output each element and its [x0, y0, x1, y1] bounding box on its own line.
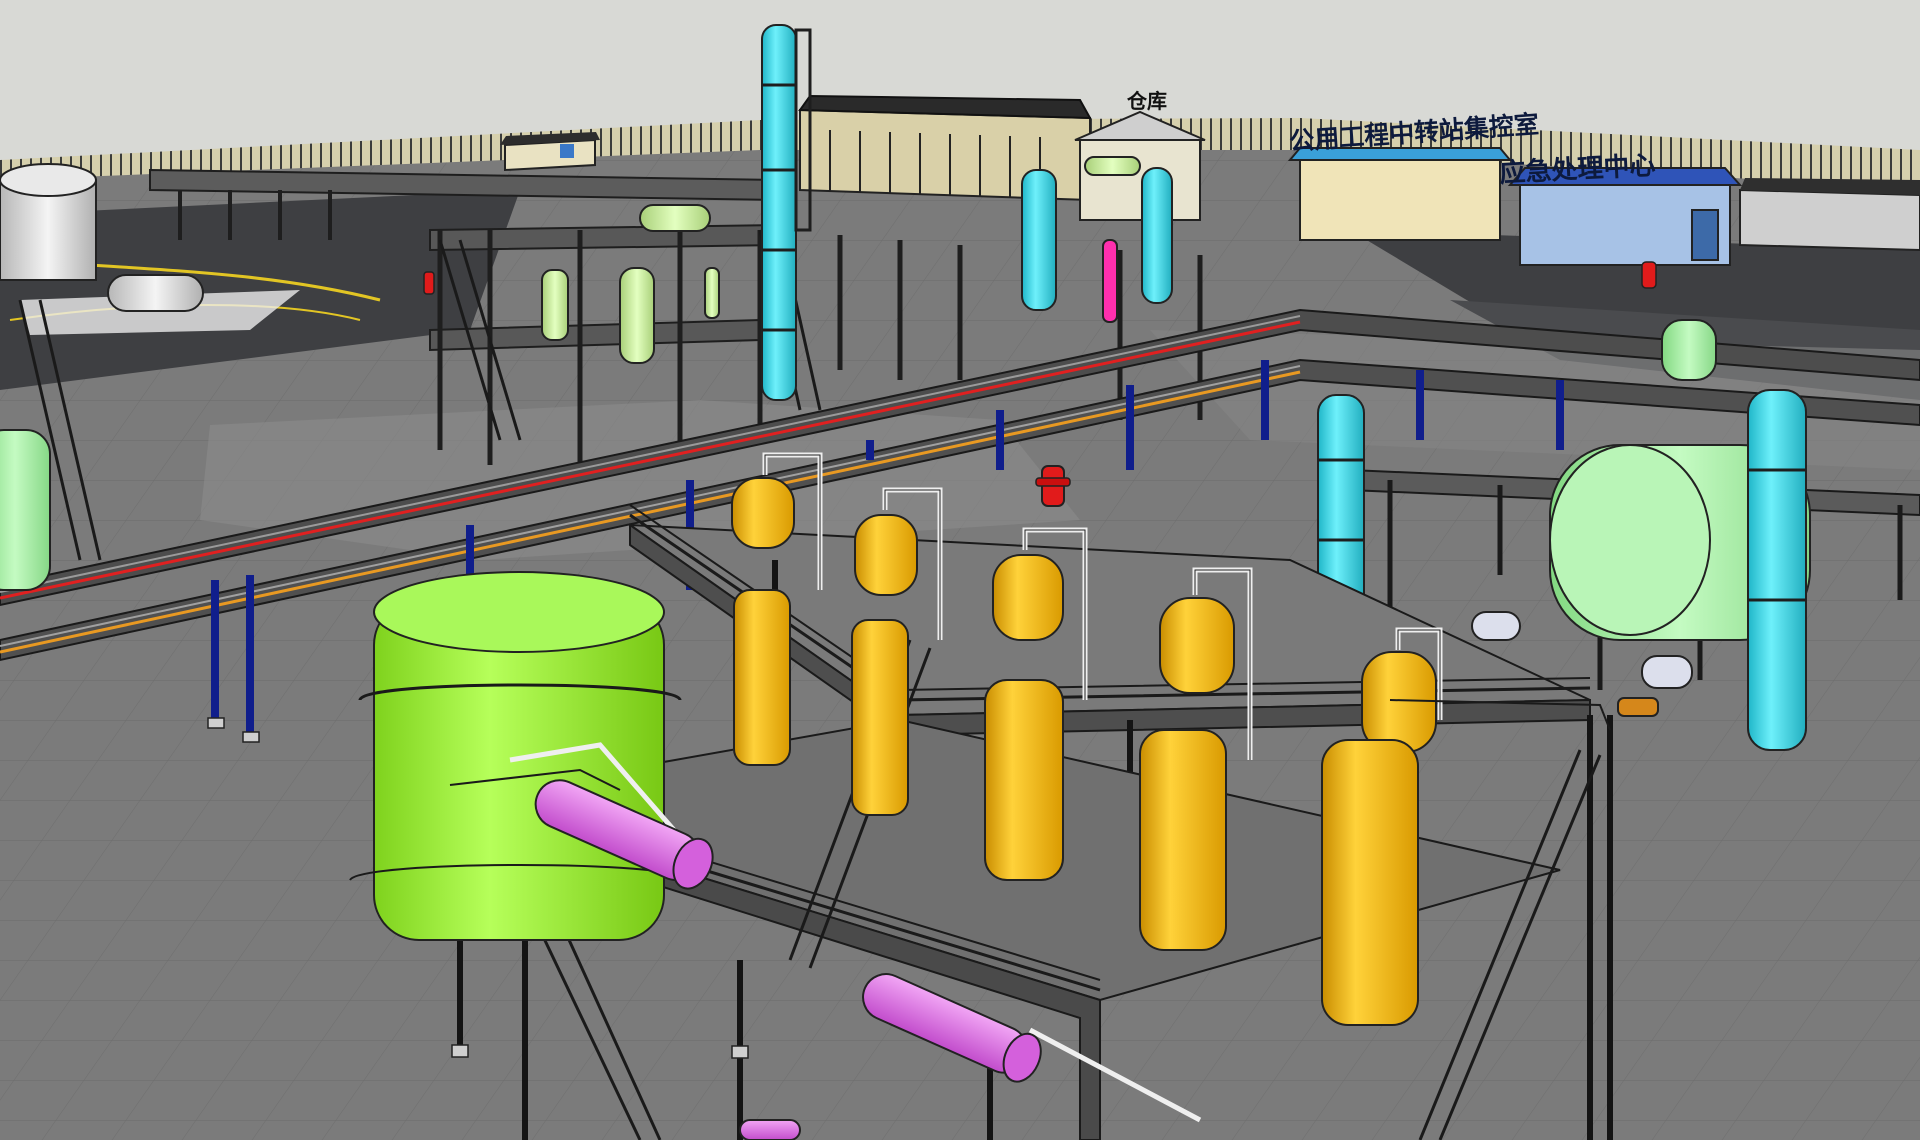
- mint-small-vessel[interactable]: [1661, 319, 1717, 381]
- white-small-vessel[interactable]: [1641, 655, 1693, 689]
- yellow-vessel-body[interactable]: [1321, 739, 1419, 1026]
- emergency-center-building[interactable]: 应急处理中心: [1499, 150, 1743, 266]
- cyan-column-far-right[interactable]: [1747, 389, 1807, 751]
- magenta-heat-exchanger-partial[interactable]: [739, 1119, 801, 1140]
- yellow-vessel-cap[interactable]: [992, 554, 1064, 641]
- pale-green-vessel[interactable]: [704, 267, 720, 319]
- pale-green-horizontal-vessel[interactable]: [639, 204, 711, 232]
- yellow-vessel-body[interactable]: [733, 589, 791, 766]
- green-tank-left-edge[interactable]: [0, 429, 51, 591]
- white-horizontal-vessel[interactable]: [107, 274, 204, 312]
- yellow-vessel-body[interactable]: [1139, 729, 1227, 951]
- fire-hydrant-icon: [423, 271, 435, 295]
- cyan-column[interactable]: [1141, 167, 1173, 304]
- white-storage-tank[interactable]: [0, 163, 97, 281]
- fire-hydrant-icon: [1641, 261, 1657, 289]
- building-door: [1691, 209, 1719, 261]
- far-right-building: [1739, 178, 1920, 252]
- yellow-vessel-cap[interactable]: [854, 514, 918, 596]
- pale-green-vessel[interactable]: [541, 269, 569, 341]
- pale-green-vessel[interactable]: [619, 267, 655, 364]
- yellow-vessel-body[interactable]: [984, 679, 1064, 881]
- yellow-vessel-cap[interactable]: [1361, 651, 1437, 753]
- small-guard-house: [500, 132, 600, 172]
- fire-hydrant-icon: [1035, 465, 1071, 507]
- cyan-column[interactable]: [1021, 169, 1057, 311]
- yellow-vessel-cap[interactable]: [1159, 597, 1235, 694]
- orange-pump[interactable]: [1617, 697, 1659, 717]
- yellow-vessel-body[interactable]: [851, 619, 909, 816]
- white-small-vessel[interactable]: [1471, 611, 1521, 641]
- pale-green-horizontal-vessel[interactable]: [1084, 156, 1141, 176]
- industrial-plant-3d-scene[interactable]: 仓库 公用工程中转站集控室 应急处理中心: [0, 0, 1920, 1140]
- yellow-vessel-cap[interactable]: [731, 477, 795, 549]
- model-viewport[interactable]: 仓库 公用工程中转站集控室 应急处理中心: [0, 0, 1920, 1140]
- warehouse-sign: 仓库: [1126, 89, 1167, 113]
- magenta-small-vessel[interactable]: [1102, 239, 1118, 323]
